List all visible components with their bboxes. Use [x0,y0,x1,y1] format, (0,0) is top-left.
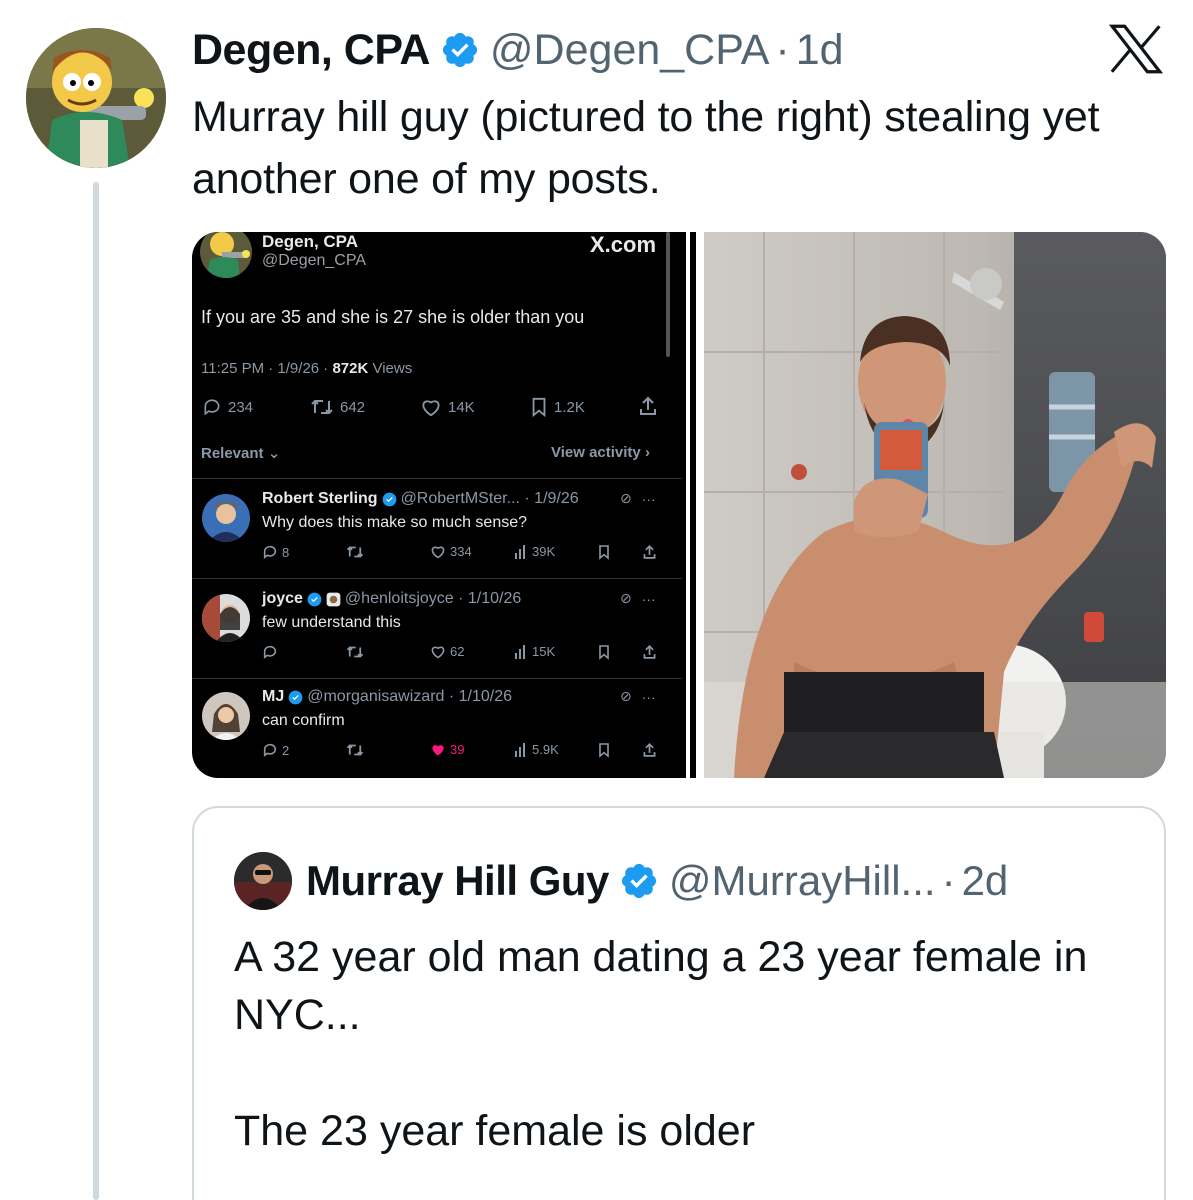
screenshot-views-count: 872K [332,360,369,377]
screenshot-reply: joyce @henloitsjoyce · 1/10/26 ⊘ ··· few … [192,582,682,680]
screenshot-relevant-label: Relevant ⌄ [201,445,281,462]
screenshot-scrollbar [666,232,670,357]
quoted-author-name[interactable]: Murray Hill Guy [306,857,609,905]
reply-avatar [202,692,250,740]
x-logo-icon[interactable] [1108,24,1164,74]
bookmark-icon [598,742,614,758]
share-icon [642,742,661,758]
embedded-screenshot[interactable]: Degen, CPA @Degen_CPA X.com If you are 3… [192,232,682,778]
screenshot-author-handle: @Degen_CPA [262,252,366,269]
screenshot-divider [192,578,682,579]
reply-count [262,644,282,660]
share-icon [642,544,661,560]
author-name[interactable]: Degen, CPA [192,26,430,75]
reply-icon [204,399,220,416]
repost-count [346,644,368,660]
author-handle[interactable]: @Degen_CPA [490,26,770,75]
reply-handle: @RobertMSter... · 1/9/26 [400,490,579,507]
screenshot-activity-label: View activity › [551,444,650,461]
screenshot-replies-stat: 234 [202,397,253,417]
author-avatar[interactable] [26,28,166,168]
screenshot-views-label: Views [368,360,413,377]
reply-header: MJ @morganisawizard · 1/10/26 [262,688,512,706]
verified-badge-icon [619,861,659,901]
quoted-author-avatar[interactable] [234,852,292,910]
like-count: 334 [430,544,472,559]
reply-count: 2 [262,742,289,758]
reply-avatar [202,494,250,542]
screenshot-post-meta: 11:25 PM · 1/9/26 · 872K Views [201,360,412,377]
screenshot-divider [192,678,682,679]
verified-badge-icon [382,492,396,506]
reply-actions: 62 15K [262,644,667,664]
media-divider [682,232,704,778]
bookmark-icon [598,644,614,660]
reply-author-name: Robert Sterling [262,490,378,507]
screenshot-watermark: X.com [590,232,657,257]
screenshot-bookmarks-stat: 1.2K [530,397,585,417]
screenshot-post-time: 11:25 PM · 1/9/26 · [201,360,333,377]
reply-handle: @henloitsjoyce · 1/10/26 [344,590,522,607]
reply-avatar [202,594,250,642]
screenshot-author-name: Degen, CPA [262,232,359,251]
thread-line [93,182,99,1200]
verified-badge-icon [440,30,480,70]
screenshot-author-avatar [200,232,252,278]
screenshot-reply: MJ @morganisawizard · 1/10/26 ⊘ ··· can c… [192,680,682,778]
views-count: 5.9K [514,742,559,757]
screenshot-reposts-stat: 642 [310,397,365,417]
repost-count [346,544,368,560]
reply-header: Robert Sterling @RobertMSter... · 1/9/26 [262,490,579,508]
tweet-text: Murray hill guy (pictured to the right) … [192,93,1100,203]
bookmark-icon [598,544,614,560]
reply-author-name: joyce [262,590,303,607]
quoted-author-handle[interactable]: @MurrayHill... [669,857,936,905]
like-count: 39 [430,742,464,757]
like-count: 62 [430,644,464,659]
quoted-tweet-text: A 32 year old man dating a 23 year femal… [234,933,1088,1155]
reply-more-icon: ⊘ ··· [620,490,656,507]
share-icon [638,395,658,422]
reply-header: joyce @henloitsjoyce · 1/10/26 [262,590,521,608]
tweet-header: Degen, CPA @Degen_CPA · 1d [192,22,844,78]
quoted-header: Murray Hill Guy @MurrayHill... · 2d [306,852,1008,910]
share-icon [642,644,661,660]
screenshot-post-text: If you are 35 and she is 27 she is older… [201,307,585,327]
separator-dot: · [941,857,956,904]
verified-badge-icon [307,592,322,606]
bookmark-icon [532,397,546,417]
tweet-media[interactable]: Degen, CPA @Degen_CPA X.com If you are 3… [192,232,1166,778]
reply-handle: @morganisawizard · 1/10/26 [307,688,513,705]
reply-more-icon: ⊘ ··· [620,688,656,705]
heart-icon [422,400,440,417]
repost-icon [311,399,333,415]
mirror-selfie-photo[interactable] [704,232,1166,778]
reply-actions: 8 334 39K [262,544,667,564]
affiliate-badge-icon [326,592,341,606]
reply-text: Why does this make so much sense? [262,514,528,531]
views-count: 39K [514,544,555,559]
screenshot-divider [192,478,682,479]
reply-count: 8 [262,544,289,560]
reply-text: few understand this [262,614,401,631]
verified-badge-icon [288,690,303,704]
reply-more-icon: ⊘ ··· [620,590,656,607]
reply-text: can confirm [262,712,345,729]
reply-author-name: MJ [262,688,285,705]
separator-dot: · [775,25,790,74]
tweet-time[interactable]: 1d [796,26,844,75]
screenshot-likes-stat: 14K [420,397,475,417]
screenshot-reply: Robert Sterling @RobertMSter... · 1/9/26… [192,482,682,580]
quoted-tweet[interactable]: Murray Hill Guy @MurrayHill... · 2d A 32… [192,806,1166,1200]
repost-count [346,742,368,758]
reply-actions: 2 39 5.9K [262,742,667,762]
views-count: 15K [514,644,555,659]
quoted-tweet-time[interactable]: 2d [962,857,1009,905]
